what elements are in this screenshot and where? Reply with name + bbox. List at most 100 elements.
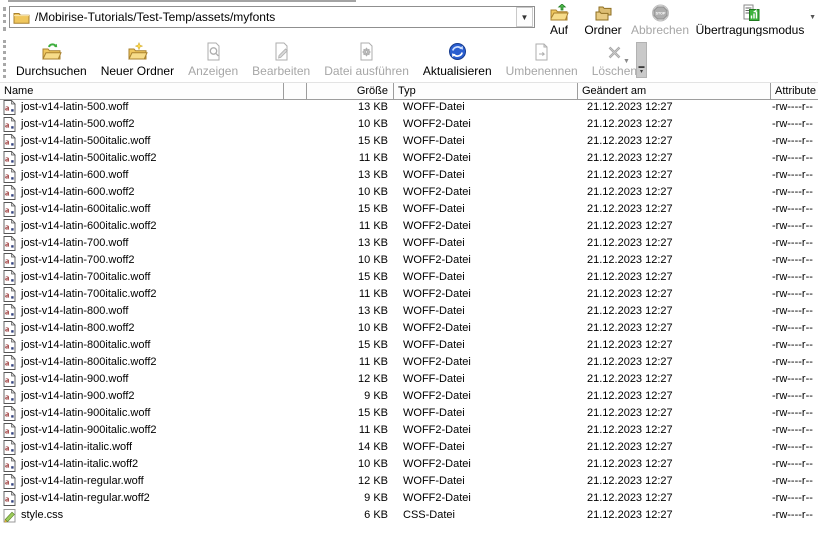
browse-button[interactable]: Durchsuchen	[9, 38, 94, 78]
new-folder-button[interactable]: Neuer Ordner	[94, 38, 181, 78]
file-name: jost-v14-latin-regular.woff2	[21, 490, 150, 507]
overflow-handle-icon: ▬▾	[638, 65, 645, 75]
file-type: WOFF-Datei	[403, 371, 465, 388]
folders-button[interactable]: Ordner	[578, 2, 628, 37]
file-attributes: -rw----r--	[772, 235, 818, 252]
file-attributes: -rw----r--	[772, 286, 818, 303]
execute-button[interactable]: Datei ausführen	[317, 38, 416, 78]
table-row[interactable]: a jost-v14-latin-500italic.woff2 11 KB W…	[0, 150, 818, 167]
view-file-icon	[203, 41, 224, 62]
table-row[interactable]: a jost-v14-latin-900italic.woff 15 KB WO…	[0, 405, 818, 422]
file-size: 15 KB	[300, 337, 388, 354]
transfer-mode-button[interactable]: Übertragungsmodus	[692, 2, 808, 37]
table-row[interactable]: a jost-v14-latin-800.woff 13 KB WOFF-Dat…	[0, 303, 818, 320]
font-file-icon: a	[3, 100, 16, 115]
rename-button[interactable]: Umbenennen	[499, 38, 585, 78]
browse-folder-icon	[41, 41, 62, 62]
execute-file-icon	[356, 41, 377, 62]
column-header-type[interactable]: Typ	[394, 83, 578, 99]
file-name: jost-v14-latin-600.woff	[21, 167, 128, 184]
column-header-name[interactable]: Name	[0, 83, 284, 99]
table-row[interactable]: a jost-v14-latin-900.woff 12 KB WOFF-Dat…	[0, 371, 818, 388]
toolbar-overflow-chevron-icon[interactable]: ▼	[809, 14, 816, 21]
font-file-icon: a	[3, 355, 16, 370]
file-size: 11 KB	[300, 422, 388, 439]
toolbar-grip[interactable]	[3, 40, 6, 78]
file-name: jost-v14-latin-900.woff	[21, 371, 128, 388]
file-name: jost-v14-latin-500italic.woff	[21, 133, 150, 150]
file-attributes: -rw----r--	[772, 269, 818, 286]
new-folder-button-label: Neuer Ordner	[101, 64, 174, 78]
file-size: 13 KB	[300, 99, 388, 116]
action-buttons: Durchsuchen Neuer Ordner Anzeigen	[9, 38, 644, 78]
toolbar-dropdown-chevron-icon[interactable]: ▼	[623, 58, 630, 65]
path-input[interactable]: /Mobirise-Tutorials/Test-Temp/assets/myf…	[35, 10, 516, 24]
table-row[interactable]: a jost-v14-latin-500.woff2 10 KB WOFF2-D…	[0, 116, 818, 133]
file-attributes: -rw----r--	[772, 507, 818, 524]
file-name: jost-v14-latin-800.woff2	[21, 320, 135, 337]
cancel-button[interactable]: STOP Abbrechen	[628, 2, 692, 37]
table-row[interactable]: a jost-v14-latin-800italic.woff 15 KB WO…	[0, 337, 818, 354]
file-modified: 21.12.2023 12:27	[587, 388, 673, 405]
edit-button[interactable]: Bearbeiten	[245, 38, 317, 78]
file-attributes: -rw----r--	[772, 218, 818, 235]
file-name: jost-v14-latin-700.woff	[21, 235, 128, 252]
file-modified: 21.12.2023 12:27	[587, 184, 673, 201]
refresh-icon	[447, 41, 468, 62]
toolbar-grip[interactable]	[3, 7, 6, 31]
path-combobox[interactable]: /Mobirise-Tutorials/Test-Temp/assets/myf…	[9, 6, 535, 28]
view-button[interactable]: Anzeigen	[181, 38, 245, 78]
table-row[interactable]: a jost-v14-latin-900italic.woff2 11 KB W…	[0, 422, 818, 439]
file-type: WOFF2-Datei	[403, 456, 471, 473]
file-type: WOFF2-Datei	[403, 150, 471, 167]
table-row[interactable]: a jost-v14-latin-500italic.woff 15 KB WO…	[0, 133, 818, 150]
table-row[interactable]: a jost-v14-latin-regular.woff2 9 KB WOFF…	[0, 490, 818, 507]
file-size: 15 KB	[300, 269, 388, 286]
file-size: 15 KB	[300, 201, 388, 218]
file-list: a jost-v14-latin-500.woff 13 KB WOFF-Dat…	[0, 99, 818, 534]
font-file-icon: a	[3, 168, 16, 183]
font-file-icon: a	[3, 406, 16, 421]
column-header-spacer[interactable]	[284, 83, 307, 99]
column-header-attributes[interactable]: Attribute	[771, 83, 818, 99]
table-row[interactable]: a jost-v14-latin-600italic.woff 15 KB WO…	[0, 201, 818, 218]
file-attributes: -rw----r--	[772, 303, 818, 320]
file-type: WOFF2-Datei	[403, 286, 471, 303]
file-modified: 21.12.2023 12:27	[587, 405, 673, 422]
table-row[interactable]: a jost-v14-latin-500.woff 13 KB WOFF-Dat…	[0, 99, 818, 116]
chevron-down-icon[interactable]: ▼	[516, 7, 533, 27]
table-row[interactable]: a jost-v14-latin-600italic.woff2 11 KB W…	[0, 218, 818, 235]
file-size: 9 KB	[300, 388, 388, 405]
table-row[interactable]: a jost-v14-latin-italic.woff 14 KB WOFF-…	[0, 439, 818, 456]
table-row[interactable]: a jost-v14-latin-600.woff2 10 KB WOFF2-D…	[0, 184, 818, 201]
table-row[interactable]: a jost-v14-latin-700.woff 13 KB WOFF-Dat…	[0, 235, 818, 252]
table-row[interactable]: a jost-v14-latin-italic.woff2 10 KB WOFF…	[0, 456, 818, 473]
column-header-size[interactable]: Größe	[307, 83, 394, 99]
execute-button-label: Datei ausführen	[324, 64, 409, 78]
folder-icon	[13, 10, 30, 24]
table-row[interactable]: a jost-v14-latin-700.woff2 10 KB WOFF2-D…	[0, 252, 818, 269]
up-button[interactable]: Auf	[540, 2, 578, 37]
file-name: jost-v14-latin-700italic.woff	[21, 269, 150, 286]
toolbar-overflow-handle[interactable]: ▬▾	[636, 42, 647, 78]
table-row[interactable]: a jost-v14-latin-900.woff2 9 KB WOFF2-Da…	[0, 388, 818, 405]
table-row[interactable]: a jost-v14-latin-800.woff2 10 KB WOFF2-D…	[0, 320, 818, 337]
table-row[interactable]: a style.css 6 KB CSS-Datei 21.12.2023 12…	[0, 507, 818, 524]
ftp-remote-pane: /Mobirise-Tutorials/Test-Temp/assets/myf…	[0, 0, 818, 534]
table-row[interactable]: a jost-v14-latin-700italic.woff2 11 KB W…	[0, 286, 818, 303]
file-type: WOFF2-Datei	[403, 218, 471, 235]
file-name: jost-v14-latin-600.woff2	[21, 184, 135, 201]
file-name: jost-v14-latin-500.woff2	[21, 116, 135, 133]
table-row[interactable]: a jost-v14-latin-600.woff 13 KB WOFF-Dat…	[0, 167, 818, 184]
table-row[interactable]: a jost-v14-latin-700italic.woff 15 KB WO…	[0, 269, 818, 286]
file-size: 10 KB	[300, 184, 388, 201]
font-file-icon: a	[3, 304, 16, 319]
table-row[interactable]: a jost-v14-latin-regular.woff 12 KB WOFF…	[0, 473, 818, 490]
font-file-icon: a	[3, 185, 16, 200]
file-type: WOFF-Datei	[403, 235, 465, 252]
column-header-modified[interactable]: Geändert am	[578, 83, 771, 99]
refresh-button[interactable]: Aktualisieren	[416, 38, 499, 78]
file-modified: 21.12.2023 12:27	[587, 167, 673, 184]
file-type: WOFF-Datei	[403, 303, 465, 320]
table-row[interactable]: a jost-v14-latin-800italic.woff2 11 KB W…	[0, 354, 818, 371]
